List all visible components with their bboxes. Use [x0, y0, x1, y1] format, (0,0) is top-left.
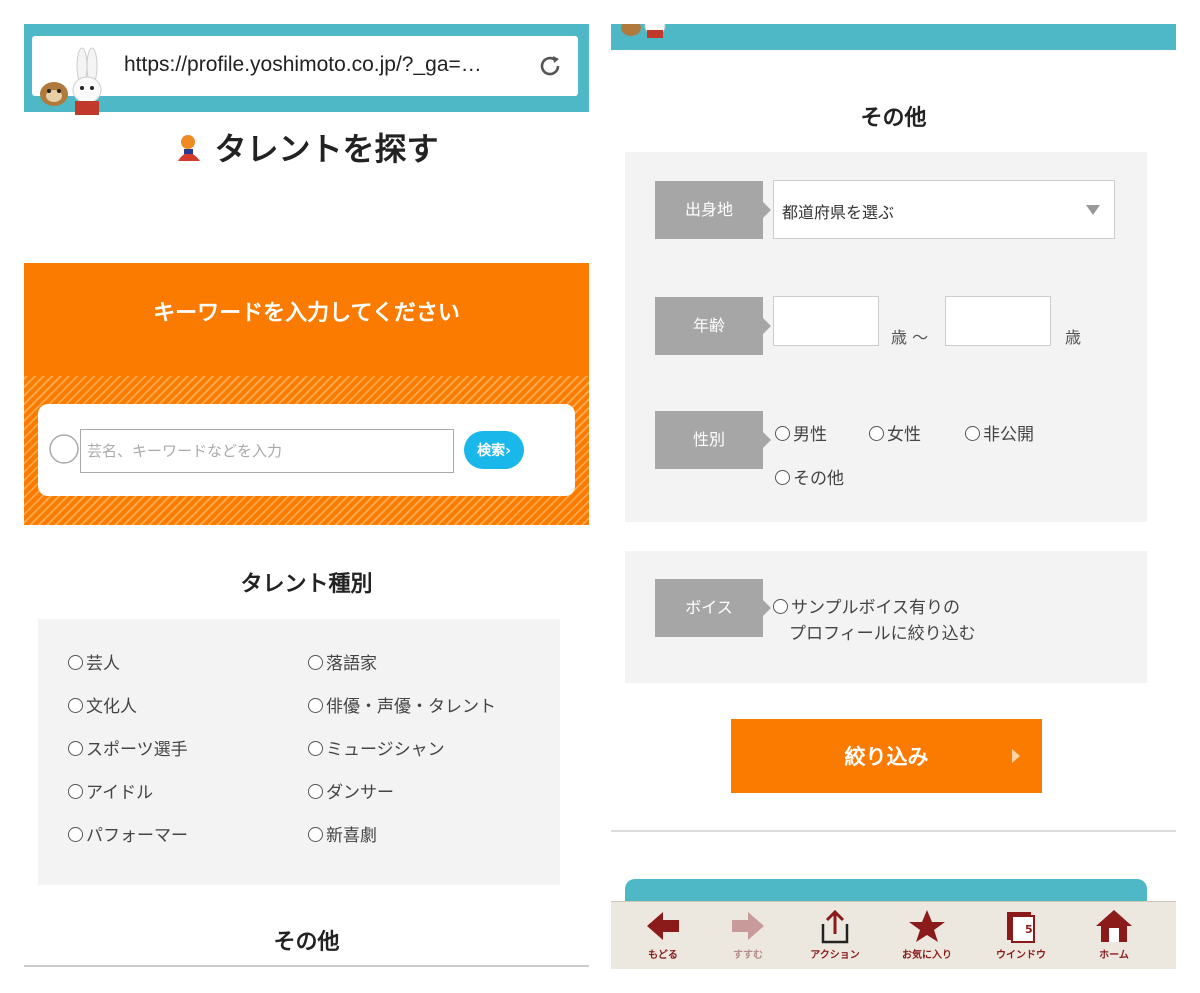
age-unit-min: 歳 〜 [891, 328, 929, 347]
radio-icon[interactable] [775, 470, 790, 485]
type-option-shinkigeki[interactable]: 新喜劇 [308, 821, 377, 846]
narrow-down-button[interactable]: 絞り込み [731, 719, 1042, 793]
voice-label: ボイス [655, 579, 771, 637]
talent-type-heading: タレント種別 [240, 572, 373, 597]
radio-icon[interactable] [308, 784, 323, 799]
left-screenshot: https://profile.yoshimoto.co.jp/?_ga=… タ… [24, 24, 589, 969]
search-button[interactable]: 検索› [464, 431, 524, 469]
divider [611, 830, 1176, 832]
right-screenshot: その他 出身地 都道府県を選ぶ 年齢 歳 〜 歳 性別 男性 女性 非公開 その… [611, 24, 1176, 969]
chevron-down-icon [1086, 205, 1100, 215]
gender-option-female[interactable]: 女性 [869, 420, 921, 445]
gender-option-male[interactable]: 男性 [775, 420, 827, 445]
arrow-right-icon [732, 912, 764, 940]
address-bar[interactable]: https://profile.yoshimoto.co.jp/?_ga=… [32, 36, 578, 115]
age-unit-max: 歳 [1065, 328, 1082, 347]
radio-icon[interactable] [965, 426, 980, 441]
star-icon [909, 910, 945, 942]
back-button[interactable]: もどる [623, 908, 703, 961]
arrow-left-icon [647, 912, 679, 940]
age-min-input[interactable] [773, 296, 879, 346]
home-button[interactable]: ホーム [1074, 908, 1154, 961]
talent-type-options: 芸人 落語家 文化人 俳優・声優・タレント スポーツ選手 ミュージシャン アイド… [38, 619, 560, 885]
url-text: https://profile.yoshimoto.co.jp/?_ga=… [124, 53, 482, 76]
browser-toolbar: もどる すすむ アクション お気に入り ウインドウ 5 ホーム [611, 901, 1176, 969]
search-icon [49, 434, 79, 464]
type-option-bunkajin[interactable]: 文化人 [68, 692, 137, 717]
gender-option-private[interactable]: 非公開 [965, 420, 1034, 445]
mascot-icon [40, 47, 102, 115]
radio-icon[interactable] [869, 426, 884, 441]
type-option-geinin[interactable]: 芸人 [68, 649, 120, 674]
talent-figure-icon [178, 135, 201, 161]
voice-filter: ボイス サンプルボイス有りの プロフィールに絞り込む [625, 551, 1147, 683]
page-title: タレントを探す [24, 124, 589, 170]
window-icon [1007, 912, 1035, 943]
age-label: 年齢 [655, 297, 771, 355]
browser-header: https://profile.yoshimoto.co.jp/?_ga=… [24, 24, 589, 115]
share-icon [821, 909, 849, 944]
other-filters: 出身地 都道府県を選ぶ 年齢 歳 〜 歳 性別 男性 女性 非公開 その他 [625, 152, 1147, 522]
radio-icon[interactable] [68, 655, 83, 670]
voice-option[interactable]: サンプルボイス有りの プロフィールに絞り込む [773, 595, 976, 647]
home-icon [1096, 910, 1132, 942]
keyword-section: キーワードを入力してください 検索› [24, 263, 589, 525]
mascot-icon [621, 24, 666, 38]
window-button[interactable]: ウインドウ 5 [981, 908, 1061, 961]
divider [24, 965, 589, 967]
other-heading: その他 [860, 106, 927, 131]
search-card: 検索› [38, 404, 575, 496]
type-option-rakugoka[interactable]: 落語家 [308, 649, 377, 674]
prefecture-select[interactable]: 都道府県を選ぶ [773, 180, 1115, 239]
reload-icon[interactable] [536, 52, 564, 80]
radio-icon[interactable] [308, 741, 323, 756]
narrow-down-label: 絞り込み [844, 745, 929, 769]
prefecture-select-value: 都道府県を選ぶ [782, 203, 895, 222]
gender-option-other[interactable]: その他 [775, 464, 844, 489]
age-max-input[interactable] [945, 296, 1051, 346]
forward-button[interactable]: すすむ [708, 908, 788, 961]
other-heading-left: その他 [273, 930, 340, 955]
radio-icon[interactable] [68, 698, 83, 713]
type-option-actor[interactable]: 俳優・声優・タレント [308, 692, 496, 717]
action-button[interactable]: アクション [795, 908, 875, 961]
page-title-text: タレントを探す [214, 130, 439, 168]
birthplace-label: 出身地 [655, 181, 771, 239]
type-option-performer[interactable]: パフォーマー [68, 821, 188, 846]
browser-header-collapsed [611, 24, 1176, 50]
arrow-right-icon [1012, 749, 1020, 763]
radio-icon[interactable] [68, 784, 83, 799]
window-count: 5 [1025, 923, 1033, 936]
gender-label: 性別 [655, 411, 771, 469]
radio-icon[interactable] [68, 827, 83, 842]
type-option-dancer[interactable]: ダンサー [308, 778, 394, 803]
radio-icon[interactable] [68, 741, 83, 756]
radio-icon[interactable] [308, 698, 323, 713]
radio-icon[interactable] [773, 599, 788, 614]
keyword-input[interactable] [80, 429, 454, 473]
voice-option-line2: プロフィールに絞り込む [789, 624, 976, 644]
radio-icon[interactable] [308, 827, 323, 842]
type-option-athlete[interactable]: スポーツ選手 [68, 735, 188, 760]
keyword-heading: キーワードを入力してください [153, 301, 460, 326]
type-option-musician[interactable]: ミュージシャン [308, 735, 445, 760]
radio-icon[interactable] [308, 655, 323, 670]
radio-icon[interactable] [775, 426, 790, 441]
type-option-idol[interactable]: アイドル [68, 778, 153, 803]
favorites-button[interactable]: お気に入り [887, 908, 967, 961]
